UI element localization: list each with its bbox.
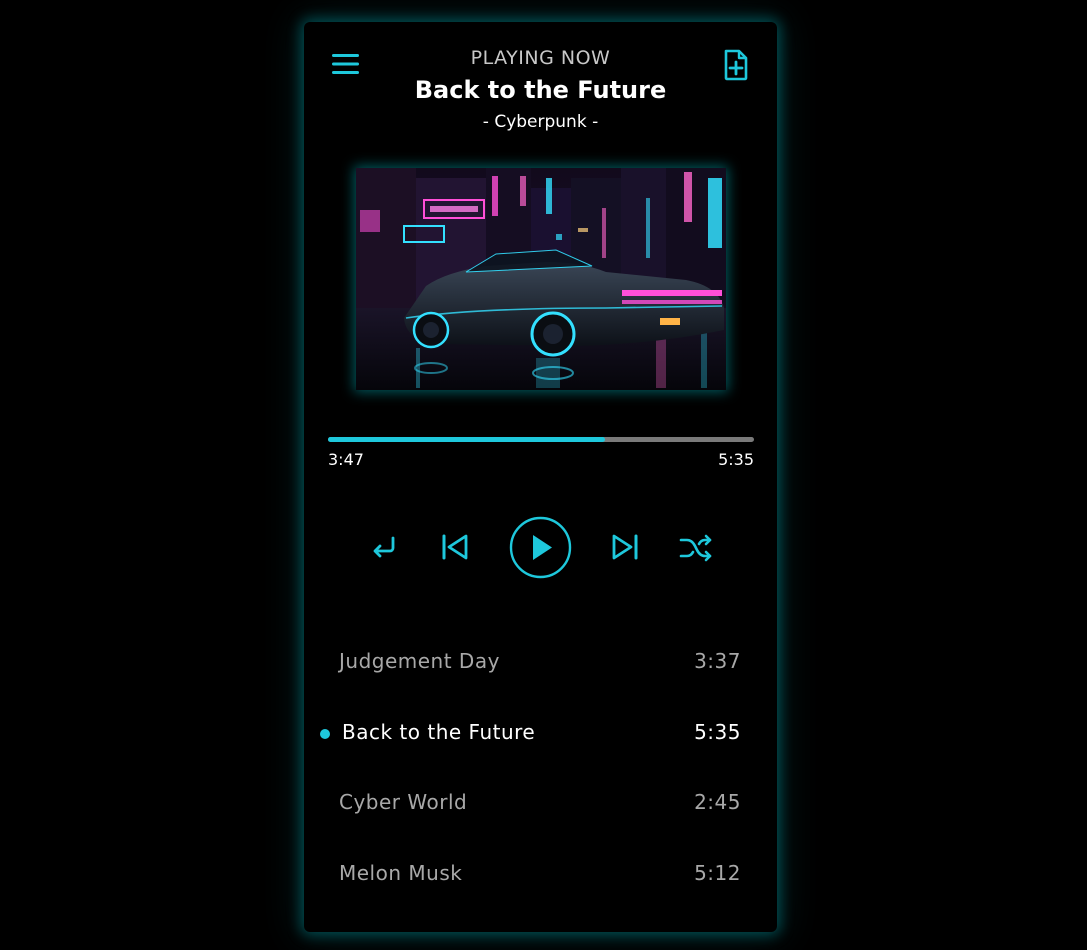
track-duration: 2:45 <box>694 790 741 814</box>
track-title: Cyber World <box>339 790 468 814</box>
total-time: 5:35 <box>718 450 754 469</box>
skip-previous-icon[interactable] <box>440 532 470 562</box>
album-cover-image <box>356 168 726 390</box>
play-icon <box>533 535 552 560</box>
now-playing-indicator <box>320 729 330 739</box>
playlist-item[interactable]: Melon Musk 5:12 <box>304 848 777 898</box>
playlist-item[interactable]: Judgement Day 3:37 <box>304 636 777 686</box>
shuffle-icon[interactable] <box>679 533 713 563</box>
track-duration: 3:37 <box>694 649 741 673</box>
album-name: - Cyberpunk - <box>482 112 599 132</box>
track-duration: 5:12 <box>694 861 741 885</box>
repeat-icon[interactable] <box>370 534 398 562</box>
progress-bar[interactable] <box>328 437 754 442</box>
playlist-item[interactable]: Cyber World 2:45 <box>304 777 777 827</box>
play-button[interactable] <box>509 516 572 579</box>
track-title: Melon Musk <box>339 861 463 885</box>
playlist-item-active[interactable]: Back to the Future 5:35 <box>304 707 777 757</box>
song-title: Back to the Future <box>414 76 667 104</box>
track-duration: 5:35 <box>694 720 741 744</box>
elapsed-time: 3:47 <box>328 450 364 469</box>
now-playing-label: PLAYING NOW <box>470 47 611 69</box>
progress-bar-fill <box>328 437 605 442</box>
music-player-card: PLAYING NOW Back to the Future - Cyberpu… <box>304 22 777 932</box>
track-title: Judgement Day <box>339 649 500 673</box>
track-title: Back to the Future <box>342 720 536 744</box>
skip-next-icon[interactable] <box>610 532 640 562</box>
